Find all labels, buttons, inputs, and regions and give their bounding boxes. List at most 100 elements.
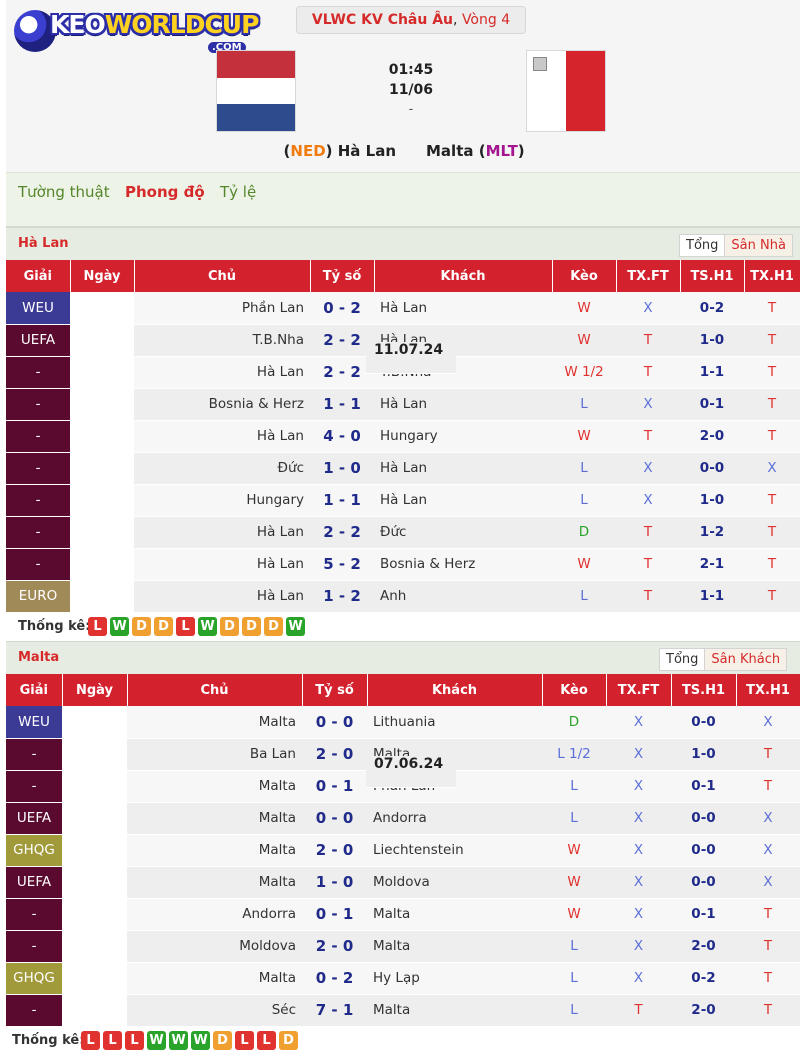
table-row[interactable]: UEFA13.10.24Malta1 - 0MoldovaWX0-0X bbox=[6, 756, 800, 899]
table-row[interactable]: -17.11.24Hà Lan4 - 0HungaryWT2-0T bbox=[6, 342, 800, 453]
col-chu-header[interactable]: Chủ bbox=[134, 260, 311, 292]
competition-badge[interactable]: EURO bbox=[6, 580, 70, 613]
away-team-link[interactable]: Malta bbox=[367, 898, 542, 931]
home-team-link[interactable]: Hungary bbox=[134, 484, 310, 517]
competition-badge[interactable]: UEFA bbox=[6, 324, 70, 357]
match-score[interactable]: 2 - 0 bbox=[302, 834, 367, 867]
competition-badge[interactable]: UEFA bbox=[6, 802, 62, 835]
table-row[interactable]: GHQG15.11.24Malta2 - 0LiechtensteinWX0-0… bbox=[6, 756, 800, 867]
home-team-link[interactable]: Malta bbox=[127, 866, 302, 899]
site-logo[interactable]: KEOWORLDCUP .COM bbox=[10, 6, 268, 56]
filter-away[interactable]: Sân Khách bbox=[704, 649, 787, 670]
match-score[interactable]: 0 - 0 bbox=[302, 802, 367, 835]
away-team-link[interactable]: Lithuania bbox=[367, 706, 542, 739]
home-team-link[interactable]: Séc bbox=[127, 994, 302, 1027]
home-team-link[interactable]: Andorra bbox=[127, 898, 302, 931]
home-team-link[interactable]: Hà Lan bbox=[134, 516, 310, 549]
competition-badge[interactable]: WEU bbox=[6, 706, 62, 739]
table-row[interactable]: GHQG11.06.24Malta0 - 2Hy LạpLX0-2T bbox=[6, 756, 800, 995]
home-team-link[interactable]: Phần Lan bbox=[134, 292, 310, 325]
col-tx-ft-header[interactable]: TX.FT bbox=[606, 674, 672, 706]
filter-total[interactable]: Tổng bbox=[660, 649, 705, 670]
away-team-link[interactable]: Anh bbox=[374, 580, 552, 613]
col-giai-header[interactable]: Giải bbox=[6, 674, 63, 706]
home-team-link[interactable]: Đức bbox=[134, 452, 310, 485]
match-score[interactable]: 1 - 2 bbox=[310, 580, 374, 613]
home-team-link[interactable]: Malta bbox=[127, 802, 302, 835]
col-ty-so-header[interactable]: Tỷ số bbox=[302, 674, 368, 706]
match-score[interactable]: 1 - 0 bbox=[310, 452, 374, 485]
table-row[interactable]: -07.06.24 Séc 7 - 1 Malta L T 2-0 T bbox=[6, 756, 800, 1027]
match-score[interactable]: 0 - 2 bbox=[302, 962, 367, 995]
table-row[interactable]: WEU08.06.25Phần Lan0 - 2Hà LanWX0-2T bbox=[6, 292, 800, 374]
filter-total[interactable]: Tổng bbox=[680, 235, 725, 256]
away-team-link[interactable]: Andorra bbox=[367, 802, 542, 835]
col-ty-so-header[interactable]: Tỷ số bbox=[310, 260, 375, 292]
home-team-link[interactable]: Malta bbox=[127, 706, 302, 739]
col-keo-header[interactable]: Kèo bbox=[542, 674, 607, 706]
away-team-link[interactable]: Malta bbox=[367, 930, 542, 963]
col-tx-h1-header[interactable]: TX.H1 bbox=[736, 674, 800, 706]
table-row[interactable]: -15.10.24Đức1 - 0Hà LanLX0-0X bbox=[6, 342, 800, 485]
home-team-link[interactable]: Malta bbox=[127, 770, 302, 803]
match-score[interactable]: 5 - 2 bbox=[310, 548, 374, 581]
home-team-link[interactable]: Hà Lan bbox=[134, 420, 310, 453]
match-score[interactable]: 2 - 0 bbox=[302, 738, 367, 771]
away-team-link[interactable]: Hà Lan bbox=[374, 292, 552, 325]
competition-badge[interactable]: UEFA bbox=[6, 866, 62, 899]
competition-badge[interactable]: - bbox=[6, 420, 70, 453]
competition-badge[interactable]: - bbox=[6, 516, 70, 549]
match-score[interactable]: 7 - 1 bbox=[302, 994, 367, 1027]
match-score[interactable]: 2 - 0 bbox=[302, 930, 367, 963]
competition-badge[interactable]: - bbox=[6, 548, 70, 581]
table-row[interactable]: UEFA20.11.24Malta0 - 0AndorraLX0-0X bbox=[6, 756, 800, 835]
col-keo-header[interactable]: Kèo bbox=[552, 260, 617, 292]
home-team-link[interactable]: Malta bbox=[127, 962, 302, 995]
away-team-link[interactable]: Hà Lan bbox=[374, 388, 552, 421]
tab-tuong-thuat[interactable]: Tường thuật bbox=[18, 183, 110, 201]
away-team-link[interactable]: Malta bbox=[367, 994, 542, 1027]
home-team-link[interactable]: Moldova bbox=[127, 930, 302, 963]
tab-ty-le[interactable]: Tỷ lệ bbox=[220, 183, 256, 201]
table-row[interactable]: EURO 11.07.24 Hà Lan 1 - 2 Anh L T 1-1 T bbox=[6, 342, 800, 613]
competition-badge[interactable]: - bbox=[6, 484, 70, 517]
match-score[interactable]: 1 - 1 bbox=[310, 484, 374, 517]
match-score[interactable]: 0 - 0 bbox=[302, 706, 367, 739]
tab-phong-do[interactable]: Phong độ bbox=[125, 183, 205, 201]
col-chu-header[interactable]: Chủ bbox=[127, 674, 303, 706]
home-team-link[interactable]: Ba Lan bbox=[127, 738, 302, 771]
match-score[interactable]: 2 - 2 bbox=[310, 324, 374, 357]
away-team[interactable]: Malta (MLT) bbox=[426, 142, 556, 160]
away-team-link[interactable]: Hungary bbox=[374, 420, 552, 453]
match-score[interactable]: 0 - 2 bbox=[310, 292, 374, 325]
away-team-link[interactable]: Bosnia & Herz bbox=[374, 548, 552, 581]
competition-badge[interactable]: - bbox=[6, 738, 62, 771]
competition-badge[interactable]: - bbox=[6, 388, 70, 421]
away-team-link[interactable]: Hà Lan bbox=[374, 452, 552, 485]
match-score[interactable]: 2 - 2 bbox=[310, 516, 374, 549]
col-ts-h1-header[interactable]: TS.H1 bbox=[680, 260, 745, 292]
table-row[interactable]: -11.09.24Andorra0 - 1MaltaWX0-1T bbox=[6, 756, 800, 931]
table-row[interactable]: -07.09.24Moldova2 - 0MaltaLX2-0T bbox=[6, 756, 800, 963]
home-team-link[interactable]: Hà Lan bbox=[134, 580, 310, 613]
competition-badge[interactable]: - bbox=[6, 994, 62, 1027]
table-row[interactable]: WEU07.06.25Malta0 - 0LithuaniaDX0-0X bbox=[6, 706, 800, 788]
competition-badge[interactable]: - bbox=[6, 930, 62, 963]
match-score[interactable]: 2 - 2 bbox=[310, 356, 374, 389]
home-team-link[interactable]: Bosnia & Herz bbox=[134, 388, 310, 421]
col-ngay-header[interactable]: Ngày bbox=[70, 260, 135, 292]
match-score[interactable]: 0 - 1 bbox=[302, 770, 367, 803]
competition-badge[interactable]: - bbox=[6, 770, 62, 803]
table-row[interactable]: -12.10.24Hungary1 - 1Hà LanLX1-0T bbox=[6, 342, 800, 517]
match-score[interactable]: 0 - 1 bbox=[302, 898, 367, 931]
home-team-link[interactable]: Hà Lan bbox=[134, 548, 310, 581]
col-tx-h1-header[interactable]: TX.H1 bbox=[744, 260, 800, 292]
competition-badge[interactable]: GHQG bbox=[6, 834, 62, 867]
home-team-link[interactable]: Hà Lan bbox=[134, 356, 310, 389]
away-team-link[interactable]: Moldova bbox=[367, 866, 542, 899]
competition-badge[interactable]: - bbox=[6, 356, 70, 389]
table-row[interactable]: -11.09.24Hà Lan2 - 2ĐứcDT1-2T bbox=[6, 342, 800, 549]
col-khach-header[interactable]: Khách bbox=[374, 260, 553, 292]
match-score[interactable]: 1 - 0 bbox=[302, 866, 367, 899]
away-team-link[interactable]: Hy Lạp bbox=[367, 962, 542, 995]
